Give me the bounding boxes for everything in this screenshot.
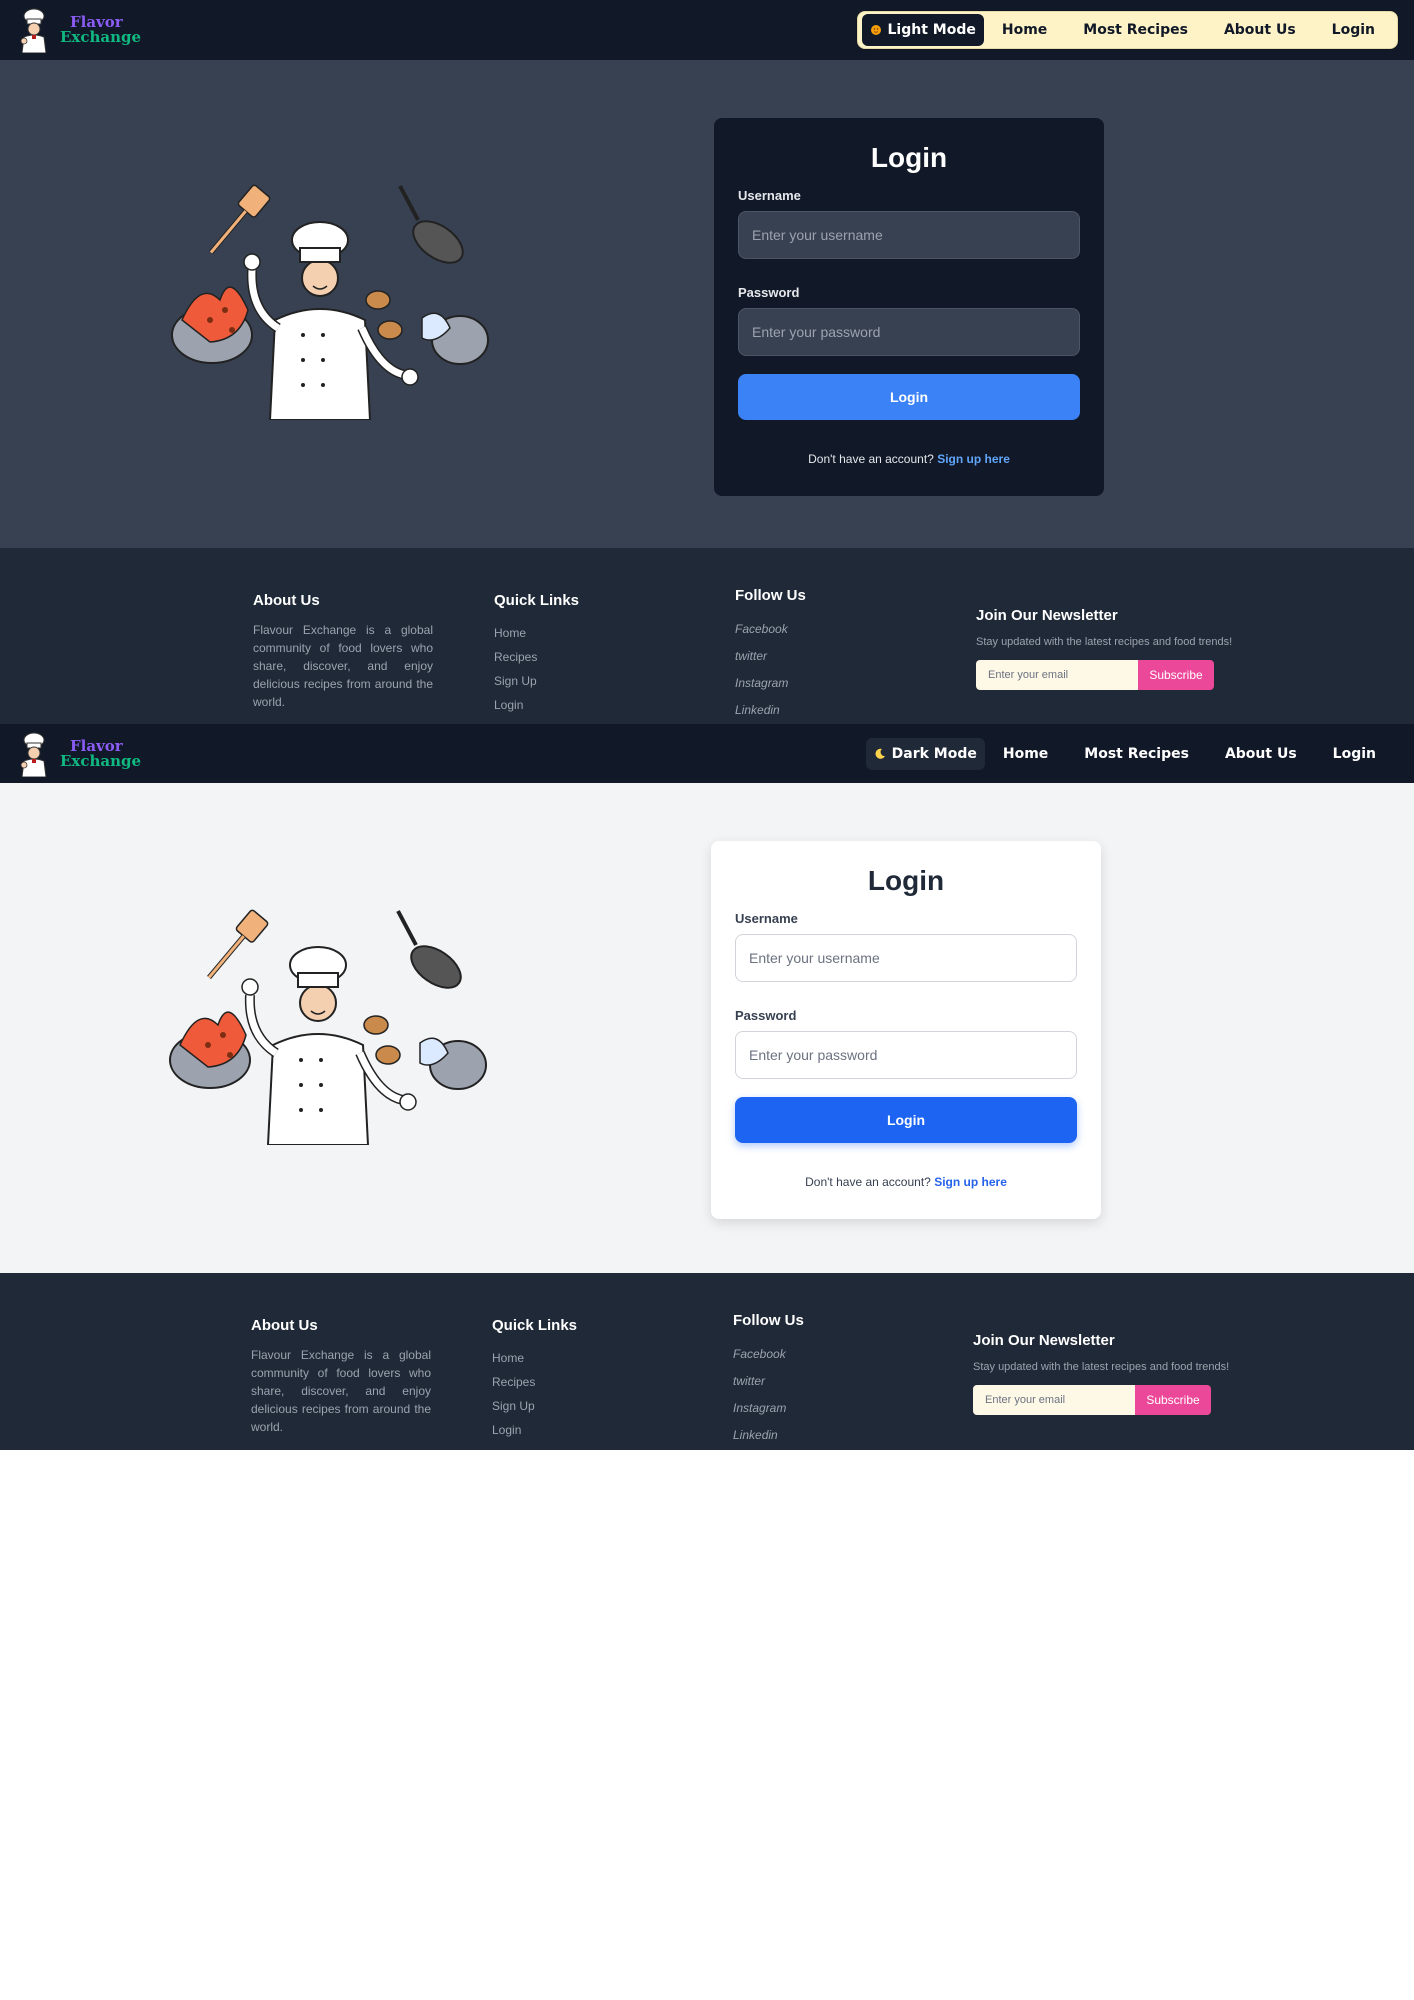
chef-logo-icon: [20, 8, 47, 53]
footer-about: About Us Flavour Exchange is a global co…: [251, 1317, 431, 1436]
nav-most-recipes[interactable]: Most Recipes: [1066, 746, 1207, 762]
nav-links: Light Mode Home Most Recipes About Us Lo…: [856, 11, 1398, 49]
footer-about-title: About Us: [253, 592, 320, 609]
login-card: Login Username Password Login Don't have…: [711, 841, 1101, 1219]
footer-link-login[interactable]: Login: [494, 693, 579, 717]
footer-link-login[interactable]: Login: [492, 1418, 577, 1442]
login-hero: Login Username Password Login Don't have…: [0, 60, 1414, 548]
footer-link-home[interactable]: Home: [494, 621, 579, 645]
login-hero: Login Username Password Login Don't have…: [0, 783, 1414, 1273]
username-input[interactable]: [738, 211, 1080, 259]
brand-logo[interactable]: Flavor Exchange: [16, 7, 141, 53]
nav-home[interactable]: Home: [985, 746, 1066, 762]
brand-line2: Exchange: [60, 28, 142, 46]
footer-about-title: About Us: [251, 1317, 318, 1334]
login-card: Login Username Password Login Don't have…: [714, 118, 1104, 496]
sun-icon: [870, 25, 881, 35]
footer-link-signup[interactable]: Sign Up: [492, 1394, 577, 1418]
footer-about-text: Flavour Exchange is a global community o…: [251, 1348, 431, 1434]
newsletter-form: Subscribe: [973, 1385, 1229, 1415]
footer-link-home[interactable]: Home: [492, 1346, 577, 1370]
password-input[interactable]: [738, 308, 1080, 356]
footer-newsletter: Join Our Newsletter Stay updated with th…: [973, 1332, 1229, 1415]
footer-news-title: Join Our Newsletter: [976, 607, 1118, 624]
footer-quick-links: Quick Links Home Recipes Sign Up Login: [494, 592, 579, 717]
nav-most-recipes[interactable]: Most Recipes: [1065, 22, 1206, 38]
newsletter-email-input[interactable]: [976, 660, 1138, 690]
signup-prompt-text: Don't have an account?: [808, 452, 934, 466]
footer-about: About Us Flavour Exchange is a global co…: [253, 592, 433, 711]
footer-news-title: Join Our Newsletter: [973, 1332, 1115, 1349]
footer-follow: Follow Us Facebook twitter Instagram Lin…: [735, 587, 806, 724]
footer-link-twitter[interactable]: twitter: [733, 1368, 804, 1395]
newsletter-form: Subscribe: [976, 660, 1232, 690]
footer-news-text: Stay updated with the latest recipes and…: [973, 1361, 1230, 1373]
nav-home[interactable]: Home: [984, 22, 1065, 38]
nav-links: Dark Mode Home Most Recipes About Us Log…: [862, 735, 1398, 773]
signup-prompt: Don't have an account? Sign up here: [738, 452, 1080, 466]
navbar: Flavor Exchange Light Mode Home Most Rec…: [0, 0, 1414, 60]
footer-newsletter: Join Our Newsletter Stay updated with th…: [976, 607, 1232, 690]
footer-link-facebook[interactable]: Facebook: [735, 616, 806, 643]
theme-toggle-label: Light Mode: [887, 22, 976, 38]
password-label: Password: [735, 1008, 797, 1023]
signup-link[interactable]: Sign up here: [937, 452, 1010, 466]
footer-link-linkedin[interactable]: Linkedin: [735, 697, 806, 724]
signup-link[interactable]: Sign up here: [934, 1175, 1007, 1189]
footer-link-recipes[interactable]: Recipes: [494, 645, 579, 669]
nav-about-us[interactable]: About Us: [1206, 22, 1314, 38]
login-button[interactable]: Login: [735, 1097, 1077, 1143]
footer-link-instagram[interactable]: Instagram: [735, 670, 806, 697]
footer-quick-title: Quick Links: [492, 1317, 578, 1334]
footer: About Us Flavour Exchange is a global co…: [0, 1273, 1414, 1450]
footer-follow-title: Follow Us: [735, 587, 806, 604]
nav-about-us[interactable]: About Us: [1207, 746, 1315, 762]
moon-icon: [875, 748, 885, 759]
footer-link-signup[interactable]: Sign Up: [494, 669, 579, 693]
signup-prompt: Don't have an account? Sign up here: [735, 1175, 1077, 1189]
signup-prompt-text: Don't have an account?: [805, 1175, 931, 1189]
nav-login[interactable]: Login: [1314, 22, 1393, 38]
chef-logo-icon: [20, 732, 47, 777]
footer-follow-title: Follow Us: [733, 1312, 804, 1329]
footer-about-text: Flavour Exchange is a global community o…: [253, 623, 433, 709]
theme-toggle-label: Dark Mode: [891, 745, 977, 762]
footer-link-linkedin[interactable]: Linkedin: [733, 1422, 804, 1449]
subscribe-button[interactable]: Subscribe: [1138, 660, 1214, 690]
footer-follow: Follow Us Facebook twitter Instagram Lin…: [733, 1312, 804, 1449]
login-title: Login: [870, 142, 948, 173]
footer-quick-title: Quick Links: [494, 592, 580, 609]
username-label: Username: [738, 188, 801, 203]
footer-quick-links: Quick Links Home Recipes Sign Up Login: [492, 1317, 577, 1442]
subscribe-button[interactable]: Subscribe: [1135, 1385, 1211, 1415]
username-label: Username: [735, 911, 798, 926]
footer-news-text: Stay updated with the latest recipes and…: [976, 636, 1233, 648]
login-button[interactable]: Login: [738, 374, 1080, 420]
juggling-chef-illustration: [171, 184, 489, 420]
password-label: Password: [738, 285, 800, 300]
theme-toggle-button[interactable]: Dark Mode: [865, 737, 985, 770]
juggling-chef-illustration: [169, 909, 487, 1145]
footer-link-instagram[interactable]: Instagram: [733, 1395, 804, 1422]
footer-link-recipes[interactable]: Recipes: [492, 1370, 577, 1394]
light-theme-frame: Flavor Exchange Dark Mode Home Most Reci…: [0, 724, 1414, 1450]
footer-link-twitter[interactable]: twitter: [735, 643, 806, 670]
username-input[interactable]: [735, 934, 1077, 982]
footer-link-facebook[interactable]: Facebook: [733, 1341, 804, 1368]
login-title: Login: [867, 865, 945, 896]
dark-theme-frame: Flavor Exchange Light Mode Home Most Rec…: [0, 0, 1414, 724]
password-input[interactable]: [735, 1031, 1077, 1079]
footer: About Us Flavour Exchange is a global co…: [0, 548, 1414, 724]
nav-login[interactable]: Login: [1315, 746, 1394, 762]
newsletter-email-input[interactable]: [973, 1385, 1135, 1415]
navbar: Flavor Exchange Dark Mode Home Most Reci…: [0, 724, 1414, 783]
theme-toggle-button[interactable]: Light Mode: [861, 14, 984, 46]
brand-line2: Exchange: [60, 751, 142, 770]
brand-logo[interactable]: Flavor Exchange: [16, 731, 141, 777]
